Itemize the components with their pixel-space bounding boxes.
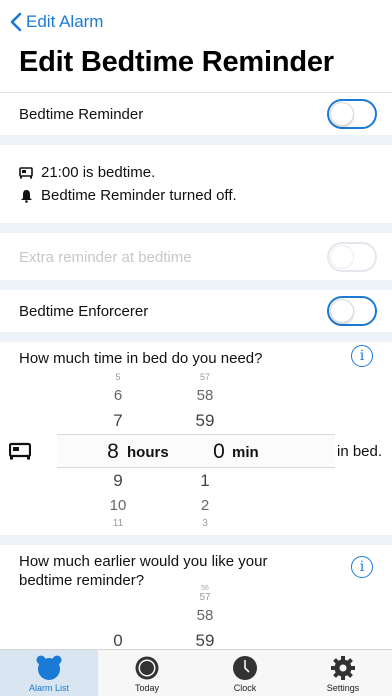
in-bed-suffix: in bed. — [337, 443, 383, 460]
section-separator — [0, 135, 392, 145]
tab-alarm-list[interactable]: Alarm List — [0, 650, 98, 696]
picker-item: 57 — [199, 592, 211, 603]
picker-item: 5 — [115, 372, 121, 382]
picker-item: 56 — [201, 585, 209, 592]
picker-item: 7 — [113, 411, 123, 430]
section-separator — [0, 332, 392, 342]
reminder-status-text: Bedtime Reminder turned off. — [41, 187, 237, 204]
enforcer-toggle[interactable] — [327, 296, 377, 326]
picker-item: 3 — [202, 518, 208, 529]
info-button[interactable]: i — [351, 556, 373, 578]
tab-label: Settings — [326, 683, 360, 693]
minutes-unit-label: min — [232, 444, 259, 461]
info-button[interactable]: i — [351, 345, 373, 367]
bedtime-reminder-toggle[interactable] — [327, 99, 377, 129]
section-separator — [0, 223, 392, 233]
bed-icon — [19, 166, 33, 180]
tab-label: Clock — [233, 683, 257, 693]
tab-bar: Alarm List Today Clock Settings — [0, 649, 392, 696]
picker-item: 6 — [113, 387, 123, 404]
bell-icon — [19, 189, 33, 203]
picker-item: 9 — [113, 471, 123, 490]
page-title: Edit Bedtime Reminder — [19, 46, 334, 78]
tab-settings[interactable]: Settings — [294, 650, 392, 696]
tab-label: Alarm List — [28, 683, 69, 693]
picker-item: 59 — [195, 411, 215, 430]
time-in-bed-question: How much time in bed do you need? — [0, 346, 392, 370]
picker-item: 1 — [200, 471, 210, 490]
clock-icon — [232, 653, 258, 683]
section-separator — [0, 535, 392, 545]
picker-item: 2 — [200, 497, 210, 514]
extra-reminder-toggle[interactable] — [327, 242, 377, 272]
bedtime-status: 21:00 is bedtime. — [19, 164, 155, 181]
picker-item: 11 — [112, 518, 124, 529]
section-separator — [0, 280, 392, 290]
back-button-label: Edit Alarm — [26, 12, 104, 31]
tab-label: Today — [134, 683, 160, 693]
bedtime-status-text: 21:00 is bedtime. — [41, 164, 156, 181]
hours-unit-label: hours — [127, 444, 169, 461]
back-button[interactable]: Edit Alarm — [10, 10, 103, 34]
earlier-question-line: How much earlier would you like your — [19, 553, 268, 570]
picker-item: 58 — [196, 607, 214, 624]
chevron-left-icon — [10, 12, 22, 32]
tab-clock[interactable]: Clock — [196, 650, 294, 696]
today-circle-icon — [134, 653, 160, 683]
bed-icon — [8, 442, 32, 465]
gear-icon — [330, 653, 356, 683]
info-icon: i — [359, 348, 365, 364]
picker-item: 58 — [196, 387, 214, 404]
picker-item: 59 — [195, 631, 215, 650]
info-icon: i — [359, 559, 365, 575]
alarm-clock-icon — [34, 653, 64, 683]
reminder-status: Bedtime Reminder turned off. — [19, 187, 237, 204]
picker-item: 10 — [109, 497, 127, 514]
tab-today[interactable]: Today — [98, 650, 196, 696]
picker-item: 57 — [199, 372, 210, 382]
time-in-bed-question-text: How much time in bed do you need? — [19, 349, 263, 367]
picker-item: 0 — [113, 631, 123, 650]
